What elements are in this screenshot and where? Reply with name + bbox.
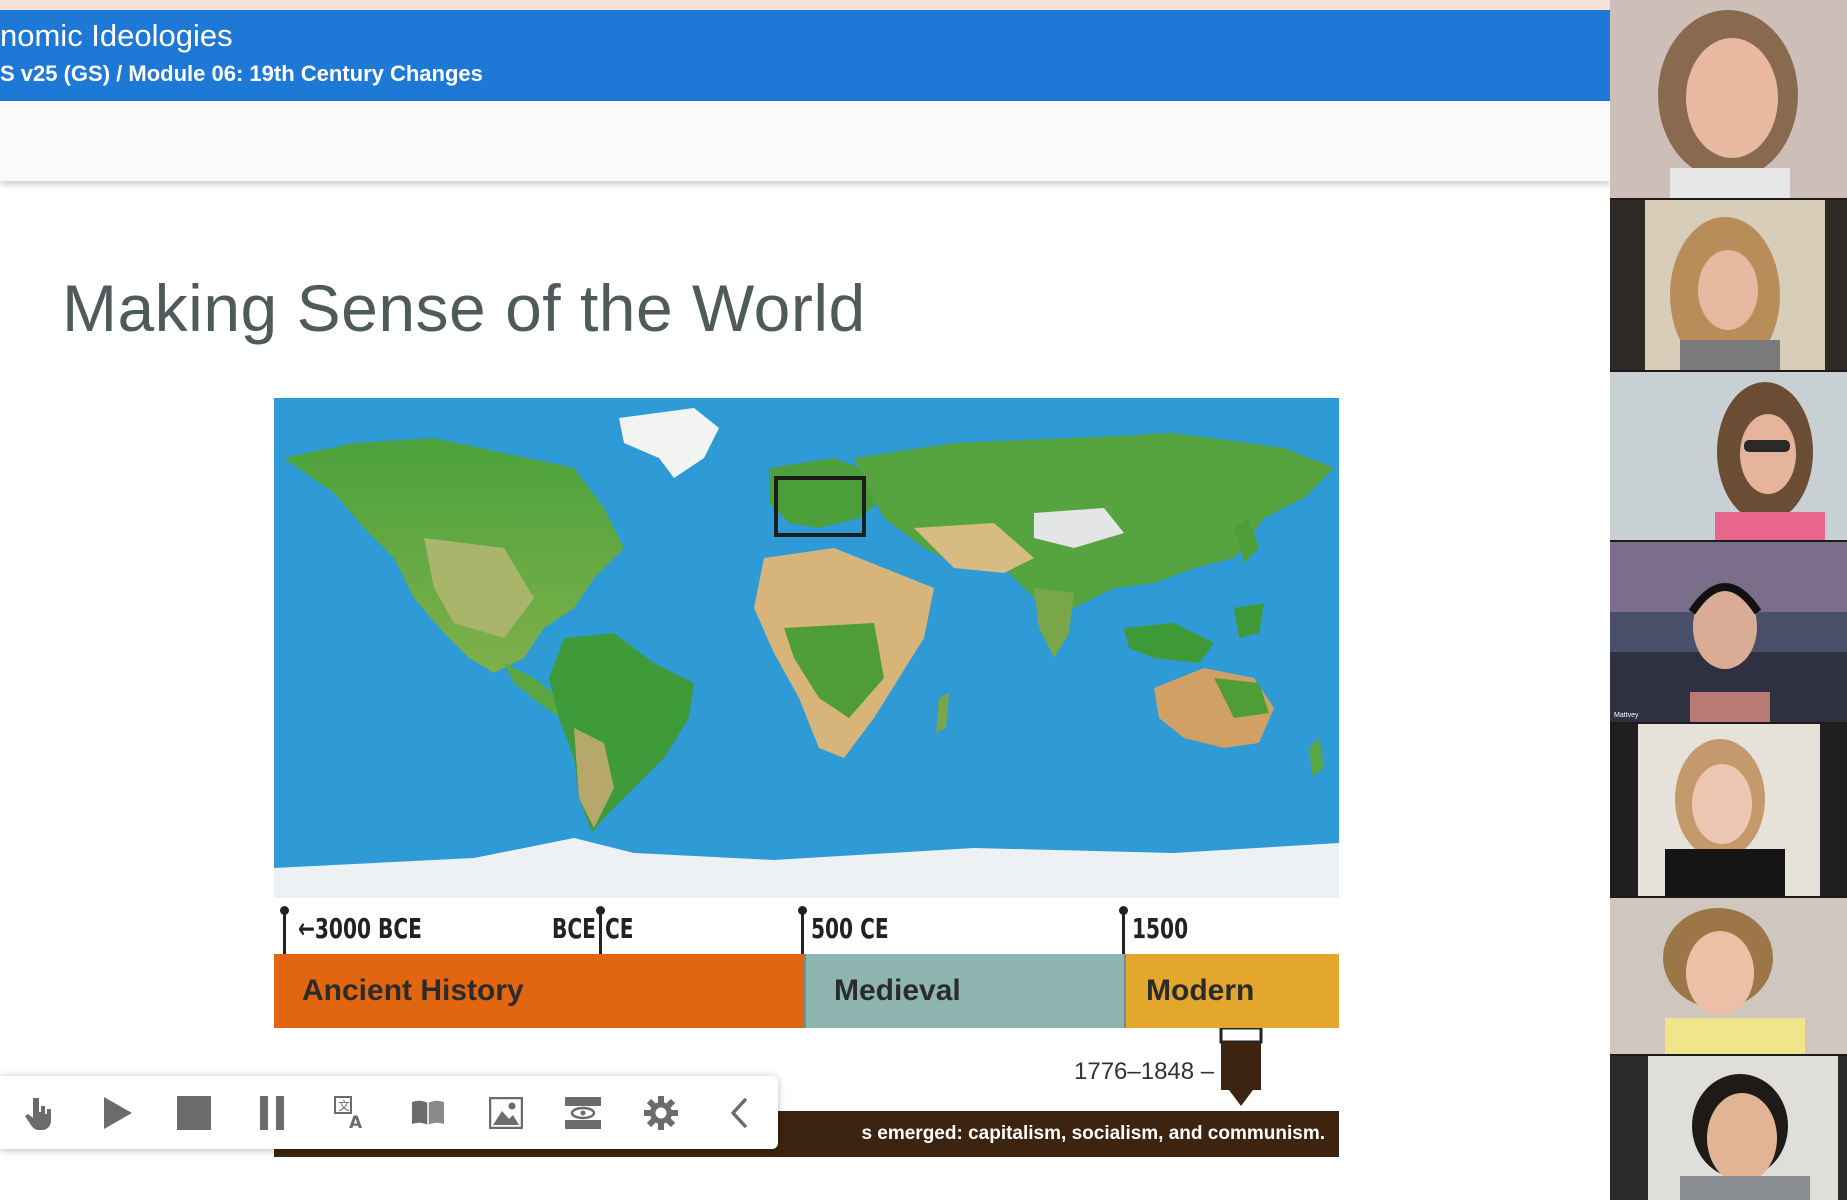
translate-icon: 文 A bbox=[334, 1095, 363, 1130]
person-avatar-icon bbox=[1610, 0, 1847, 198]
slide-figure: ←3000 BCE BCE CE 500 CE 1500 Ancient His… bbox=[274, 398, 1339, 1158]
screen-mask-button[interactable] bbox=[545, 1076, 623, 1149]
world-map-graphic bbox=[274, 398, 1339, 898]
timeline-tick-pole bbox=[1122, 910, 1125, 954]
timeline: ←3000 BCE BCE CE 500 CE 1500 Ancient His… bbox=[274, 898, 1339, 1028]
gear-icon bbox=[644, 1095, 679, 1130]
accessibility-toolbar: 文 A bbox=[0, 1076, 778, 1149]
world-map bbox=[274, 398, 1339, 898]
picture-dictionary-button[interactable] bbox=[467, 1076, 545, 1149]
participant-video-4[interactable]: Mattvey bbox=[1610, 542, 1847, 722]
participant-video-2[interactable] bbox=[1610, 200, 1847, 370]
person-avatar-icon bbox=[1610, 200, 1847, 370]
timeline-tick-500ce: 500 CE bbox=[811, 912, 889, 945]
subheader-bar bbox=[0, 101, 1610, 181]
timeline-tick-bce: BCE bbox=[552, 912, 596, 945]
stop-icon bbox=[177, 1095, 212, 1130]
participant-video-7[interactable] bbox=[1610, 1056, 1847, 1200]
timeline-tick-pole bbox=[801, 910, 804, 954]
play-button[interactable] bbox=[78, 1076, 156, 1149]
picture-dictionary-icon bbox=[488, 1096, 523, 1129]
era-range-marker bbox=[1219, 1028, 1263, 1106]
presentation-area: nomic Ideologies S v25 (GS) / Module 06:… bbox=[0, 0, 1610, 1200]
person-avatar-icon bbox=[1610, 542, 1847, 722]
timeline-tick-pole bbox=[283, 910, 286, 954]
dictionary-button[interactable] bbox=[389, 1076, 467, 1149]
era-range-label: 1776–1848 – bbox=[1074, 1058, 1215, 1085]
collapse-toolbar-button[interactable] bbox=[700, 1076, 778, 1149]
person-avatar-icon bbox=[1610, 372, 1847, 540]
participant-video-1[interactable] bbox=[1610, 0, 1847, 198]
participant-video-5[interactable] bbox=[1610, 724, 1847, 896]
top-edge-strip bbox=[0, 0, 1610, 10]
participant-name: Mattvey bbox=[1614, 712, 1639, 719]
hand-pointer-icon bbox=[24, 1097, 51, 1130]
screen-mask-icon bbox=[565, 1096, 602, 1129]
pause-icon bbox=[260, 1095, 285, 1130]
participant-video-6[interactable] bbox=[1610, 898, 1847, 1054]
leader-dash: – bbox=[1194, 1058, 1215, 1085]
person-avatar-icon bbox=[1610, 898, 1847, 1054]
person-avatar-icon bbox=[1610, 724, 1847, 896]
era-modern: Modern bbox=[1124, 954, 1339, 1028]
timeline-tick-ce: CE bbox=[605, 912, 634, 945]
svg-text:A: A bbox=[349, 1113, 363, 1130]
slide-title: Making Sense of the World bbox=[62, 271, 866, 345]
pause-button[interactable] bbox=[233, 1076, 311, 1149]
stop-button[interactable] bbox=[156, 1076, 234, 1149]
dictionary-icon bbox=[411, 1100, 444, 1125]
participant-video-strip: Mattvey bbox=[1610, 0, 1847, 1200]
hand-pointer-button[interactable] bbox=[0, 1076, 78, 1149]
participant-video-3[interactable] bbox=[1610, 372, 1847, 540]
svg-text:文: 文 bbox=[338, 1098, 350, 1113]
settings-button[interactable] bbox=[622, 1076, 700, 1149]
timeline-tick-1500: 1500 bbox=[1132, 912, 1189, 945]
chevron-left-icon bbox=[731, 1097, 747, 1128]
person-avatar-icon bbox=[1610, 1056, 1847, 1200]
era-ancient-history: Ancient History bbox=[274, 954, 804, 1028]
era-medieval: Medieval bbox=[804, 954, 1124, 1028]
breadcrumb[interactable]: S v25 (GS) / Module 06: 19th Century Cha… bbox=[0, 61, 483, 87]
arrow-left-icon: ← bbox=[298, 912, 315, 945]
course-title: nomic Ideologies bbox=[0, 18, 233, 53]
caption-text: s emerged: capitalism, socialism, and co… bbox=[861, 1123, 1325, 1144]
course-header: nomic Ideologies S v25 (GS) / Module 06:… bbox=[0, 10, 1610, 101]
timeline-tick-3000bce: ←3000 BCE bbox=[298, 912, 422, 945]
play-icon bbox=[103, 1096, 132, 1129]
translate-button[interactable]: 文 A bbox=[311, 1076, 389, 1149]
timeline-tick-pole bbox=[599, 910, 602, 954]
